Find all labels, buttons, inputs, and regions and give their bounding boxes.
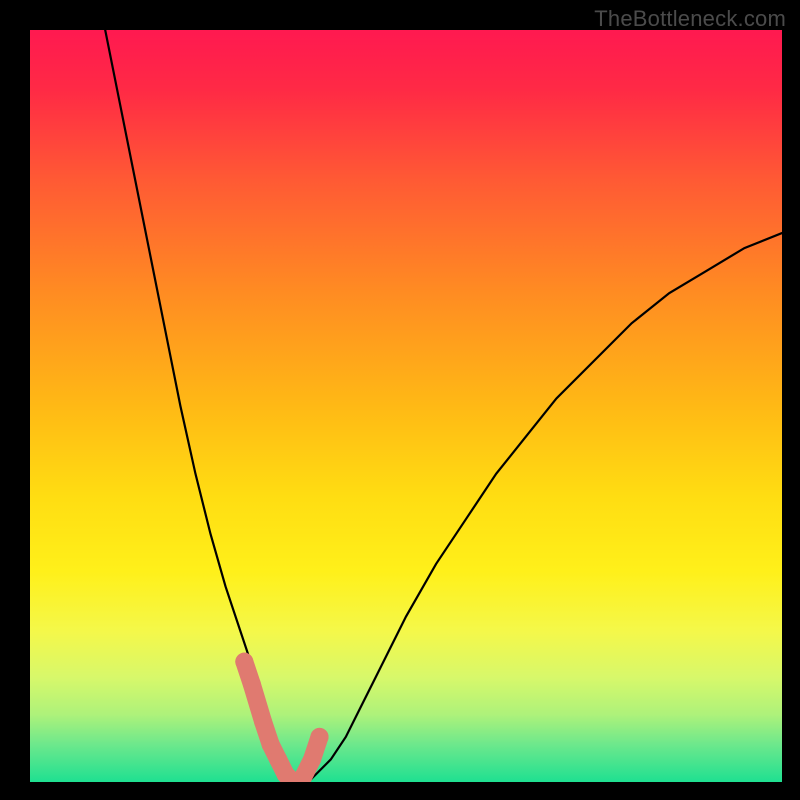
- trough-marker: [303, 750, 321, 768]
- trough-marker: [311, 728, 329, 746]
- bottleneck-curve-chart: [30, 30, 782, 782]
- trough-marker: [235, 653, 253, 671]
- trough-marker: [243, 675, 261, 693]
- chart-frame: TheBottleneck.com: [0, 0, 800, 800]
- gradient-background: [30, 30, 782, 782]
- trough-marker: [254, 713, 272, 731]
- watermark-text: TheBottleneck.com: [594, 6, 786, 32]
- plot-area: [30, 30, 782, 782]
